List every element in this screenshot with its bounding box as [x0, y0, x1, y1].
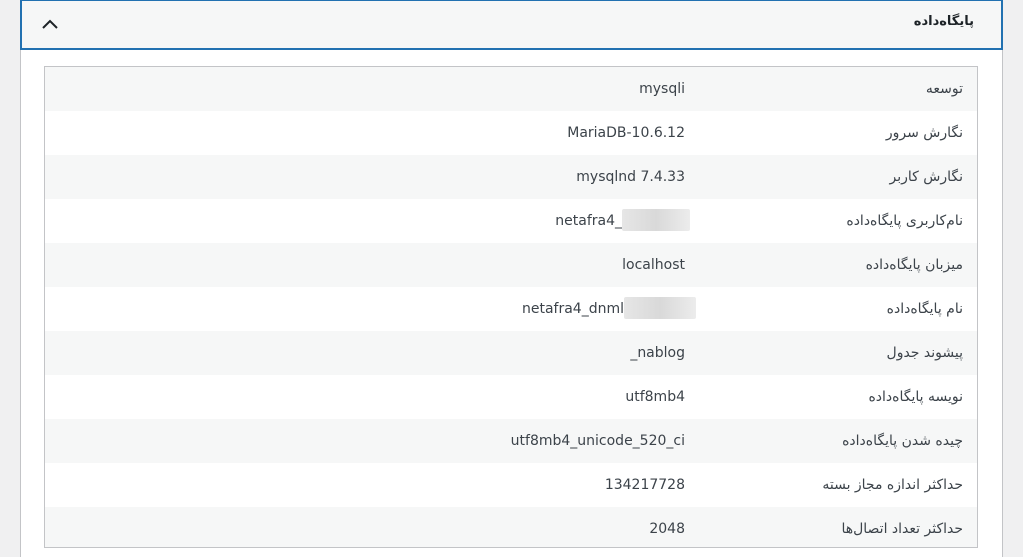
redaction-blur	[622, 208, 690, 231]
row-value-redacted: netafra4_dnml	[522, 287, 696, 331]
table-row: حداکثر تعداد اتصال‌ها 2048	[45, 507, 977, 547]
row-value: netafra4_dnml	[521, 301, 624, 317]
row-value: utf8mb4_unicode_520_ci	[510, 433, 685, 449]
row-value: 134217728	[604, 477, 685, 493]
table-row: حداکثر اندازه مجاز بسته 134217728	[45, 463, 977, 507]
row-label: میزبان پایگاه‌داده	[865, 257, 963, 273]
row-label: نام پایگاه‌داده	[886, 301, 963, 317]
table-row: نویسه پایگاه‌داده utf8mb4	[45, 375, 977, 419]
row-value-redacted: netafra4_	[555, 199, 690, 243]
row-value: utf8mb4	[625, 389, 685, 405]
row-label: پیشوند جدول	[886, 345, 963, 361]
redaction-blur	[624, 296, 696, 319]
row-label: توسعه	[925, 81, 963, 97]
section-title: پایگاه‌داده	[913, 14, 974, 29]
row-value: MariaDB-10.6.12	[567, 125, 685, 141]
row-label: نگارش کاربر	[889, 169, 963, 185]
row-value: localhost	[622, 257, 685, 273]
table-row: نام‌کاربری پایگاه‌داده netafra4_	[45, 199, 977, 243]
table-row: نام پایگاه‌داده netafra4_dnml	[45, 287, 977, 331]
table-row: توسعه mysqli	[45, 67, 977, 111]
row-label: نویسه پایگاه‌داده	[868, 389, 963, 405]
table-row: پیشوند جدول _nablog	[45, 331, 977, 375]
table-row: چیده شدن پایگاه‌داده utf8mb4_unicode_520…	[45, 419, 977, 463]
table-row: نگارش سرور MariaDB-10.6.12	[45, 111, 977, 155]
row-label: نگارش سرور	[885, 125, 963, 141]
row-value: mysqli	[639, 81, 685, 97]
table-row: میزبان پایگاه‌داده localhost	[45, 243, 977, 287]
table-row: نگارش کاربر mysqlnd 7.4.33	[45, 155, 977, 199]
row-value: netafra4_	[555, 213, 622, 229]
database-info-table: توسعه mysqli نگارش سرور MariaDB-10.6.12 …	[44, 66, 978, 548]
row-label: حداکثر اندازه مجاز بسته	[822, 477, 963, 493]
row-value: mysqlnd 7.4.33	[576, 169, 685, 185]
row-value: _nablog	[630, 345, 685, 361]
row-label: حداکثر تعداد اتصال‌ها	[841, 521, 963, 537]
accordion-header-database[interactable]: پایگاه‌داده	[20, 0, 1003, 50]
chevron-up-icon[interactable]	[41, 17, 59, 31]
row-label: نام‌کاربری پایگاه‌داده	[846, 213, 963, 229]
row-value: 2048	[649, 521, 685, 537]
row-label: چیده شدن پایگاه‌داده	[842, 433, 963, 449]
